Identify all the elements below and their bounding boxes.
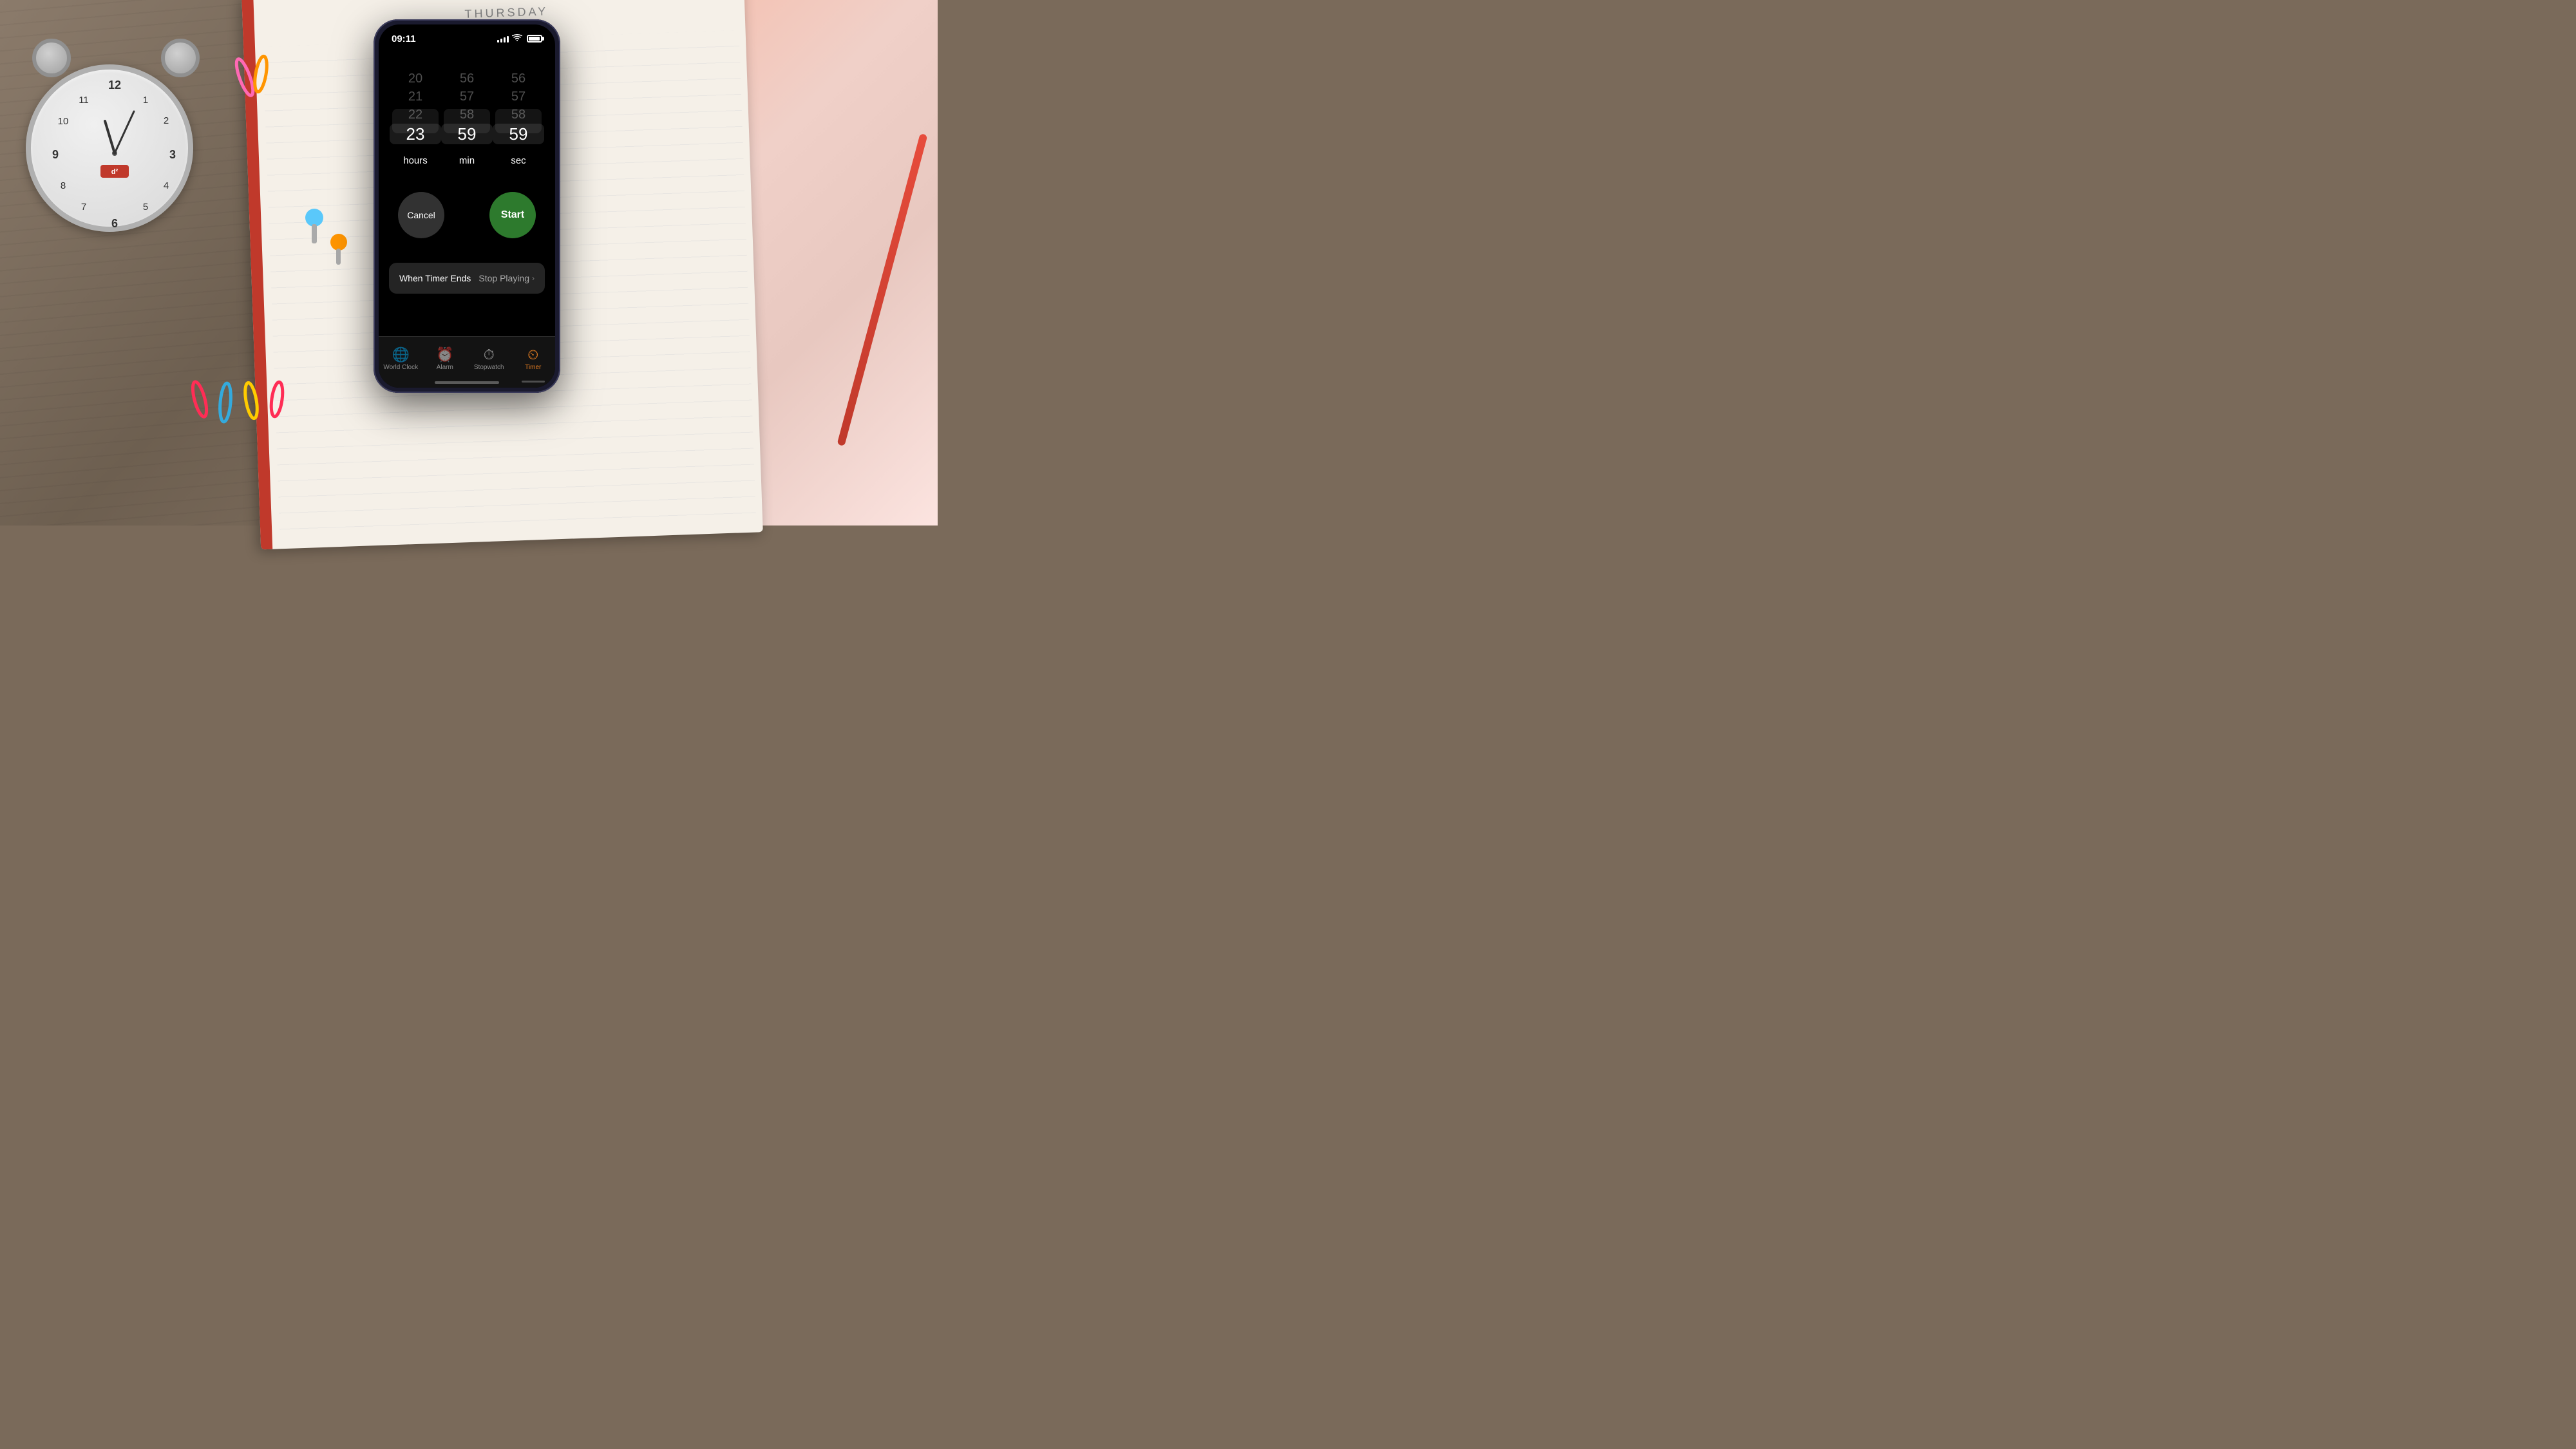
minutes-label: min: [459, 155, 475, 166]
seconds-label: sec: [511, 155, 526, 166]
tab-indicator: [522, 381, 545, 383]
signal-bar-1: [497, 40, 499, 43]
stopwatch-icon: ⏱: [484, 348, 495, 362]
phone-container: 09:11: [374, 19, 560, 393]
tab-timer[interactable]: ⏲ Timer: [511, 348, 556, 371]
chevron-right-icon: ›: [532, 274, 535, 283]
cancel-button[interactable]: Cancel: [398, 192, 444, 238]
status-time: 09:11: [392, 33, 416, 44]
seconds-picker[interactable]: 56 57 58 59 sec: [493, 70, 544, 173]
paperclips-top: [232, 52, 283, 129]
home-indicator: [435, 381, 499, 384]
minutes-item-58: 58: [441, 106, 493, 124]
timer-ends-value-text: Stop Playing: [478, 273, 529, 283]
svg-text:12: 12: [108, 79, 121, 91]
when-timer-ends-label: When Timer Ends: [399, 273, 471, 283]
seconds-selected: 59: [493, 124, 544, 144]
hours-selected: 23: [390, 124, 441, 144]
phone-notch: [431, 24, 502, 41]
ribbon-decoration: [837, 133, 927, 446]
svg-text:9: 9: [52, 148, 59, 161]
tab-stopwatch[interactable]: ⏱ Stopwatch: [467, 348, 511, 371]
signal-bar-3: [504, 37, 506, 43]
tab-alarm[interactable]: ⏰ Alarm: [423, 348, 468, 371]
hours-label: hours: [403, 155, 428, 166]
svg-text:3: 3: [169, 148, 176, 161]
signal-bar-4: [507, 36, 509, 43]
hours-item-21: 21: [390, 88, 441, 106]
seconds-item-56: 56: [493, 70, 544, 88]
battery-fill: [529, 37, 540, 41]
hours-item-22: 22: [390, 106, 441, 124]
seconds-item-57: 57: [493, 88, 544, 106]
clock-decoration: 12 3 6 9 1 2 4 5 7 8 10 11 d²: [13, 39, 219, 245]
alarm-label: Alarm: [437, 365, 453, 371]
svg-text:7: 7: [81, 202, 86, 213]
timer-picker[interactable]: 20 21 22 23 hours 56 57 58 59 min: [379, 57, 555, 185]
wifi-icon: [512, 34, 522, 44]
world-clock-icon: 🌐: [392, 348, 410, 362]
clock-face: 12 3 6 9 1 2 4 5 7 8 10 11 d²: [26, 64, 193, 232]
when-timer-ends-value: Stop Playing ›: [478, 273, 535, 283]
svg-text:8: 8: [61, 180, 66, 191]
svg-text:6: 6: [111, 217, 118, 230]
seconds-item-58: 58: [493, 106, 544, 124]
phone-device: 09:11: [374, 19, 560, 393]
minutes-item-56: 56: [441, 70, 493, 88]
svg-text:10: 10: [58, 116, 69, 127]
battery-icon: [527, 35, 542, 43]
svg-text:4: 4: [164, 180, 169, 191]
alarm-icon: ⏰: [436, 348, 453, 362]
svg-text:2: 2: [164, 115, 169, 126]
phone-screen: 09:11: [379, 24, 555, 388]
start-button[interactable]: Start: [489, 192, 536, 238]
hours-picker[interactable]: 20 21 22 23 hours: [390, 70, 441, 173]
status-icons: [497, 34, 542, 44]
hours-item-20: 20: [390, 70, 441, 88]
when-timer-ends-row[interactable]: When Timer Ends Stop Playing ›: [389, 263, 545, 294]
pushpin-orange: [328, 232, 361, 277]
svg-text:11: 11: [79, 95, 89, 106]
minutes-picker[interactable]: 56 57 58 59 min: [441, 70, 493, 173]
world-clock-label: World Clock: [383, 365, 418, 371]
minutes-item-57: 57: [441, 88, 493, 106]
signal-bar-2: [500, 39, 502, 43]
timer-label: Timer: [525, 365, 541, 371]
svg-text:d²: d²: [111, 168, 118, 176]
stopwatch-label: Stopwatch: [474, 365, 504, 371]
svg-text:1: 1: [143, 95, 148, 106]
timer-controls: Cancel Start: [379, 192, 555, 238]
paperclips-bottom: [180, 374, 309, 451]
tab-world-clock[interactable]: 🌐 World Clock: [379, 348, 423, 371]
minutes-selected: 59: [441, 124, 493, 144]
tab-bar: 🌐 World Clock ⏰ Alarm ⏱ Stopwatch ⏲ Time…: [379, 336, 555, 388]
timer-icon: ⏲: [527, 348, 538, 362]
svg-text:5: 5: [143, 202, 148, 213]
